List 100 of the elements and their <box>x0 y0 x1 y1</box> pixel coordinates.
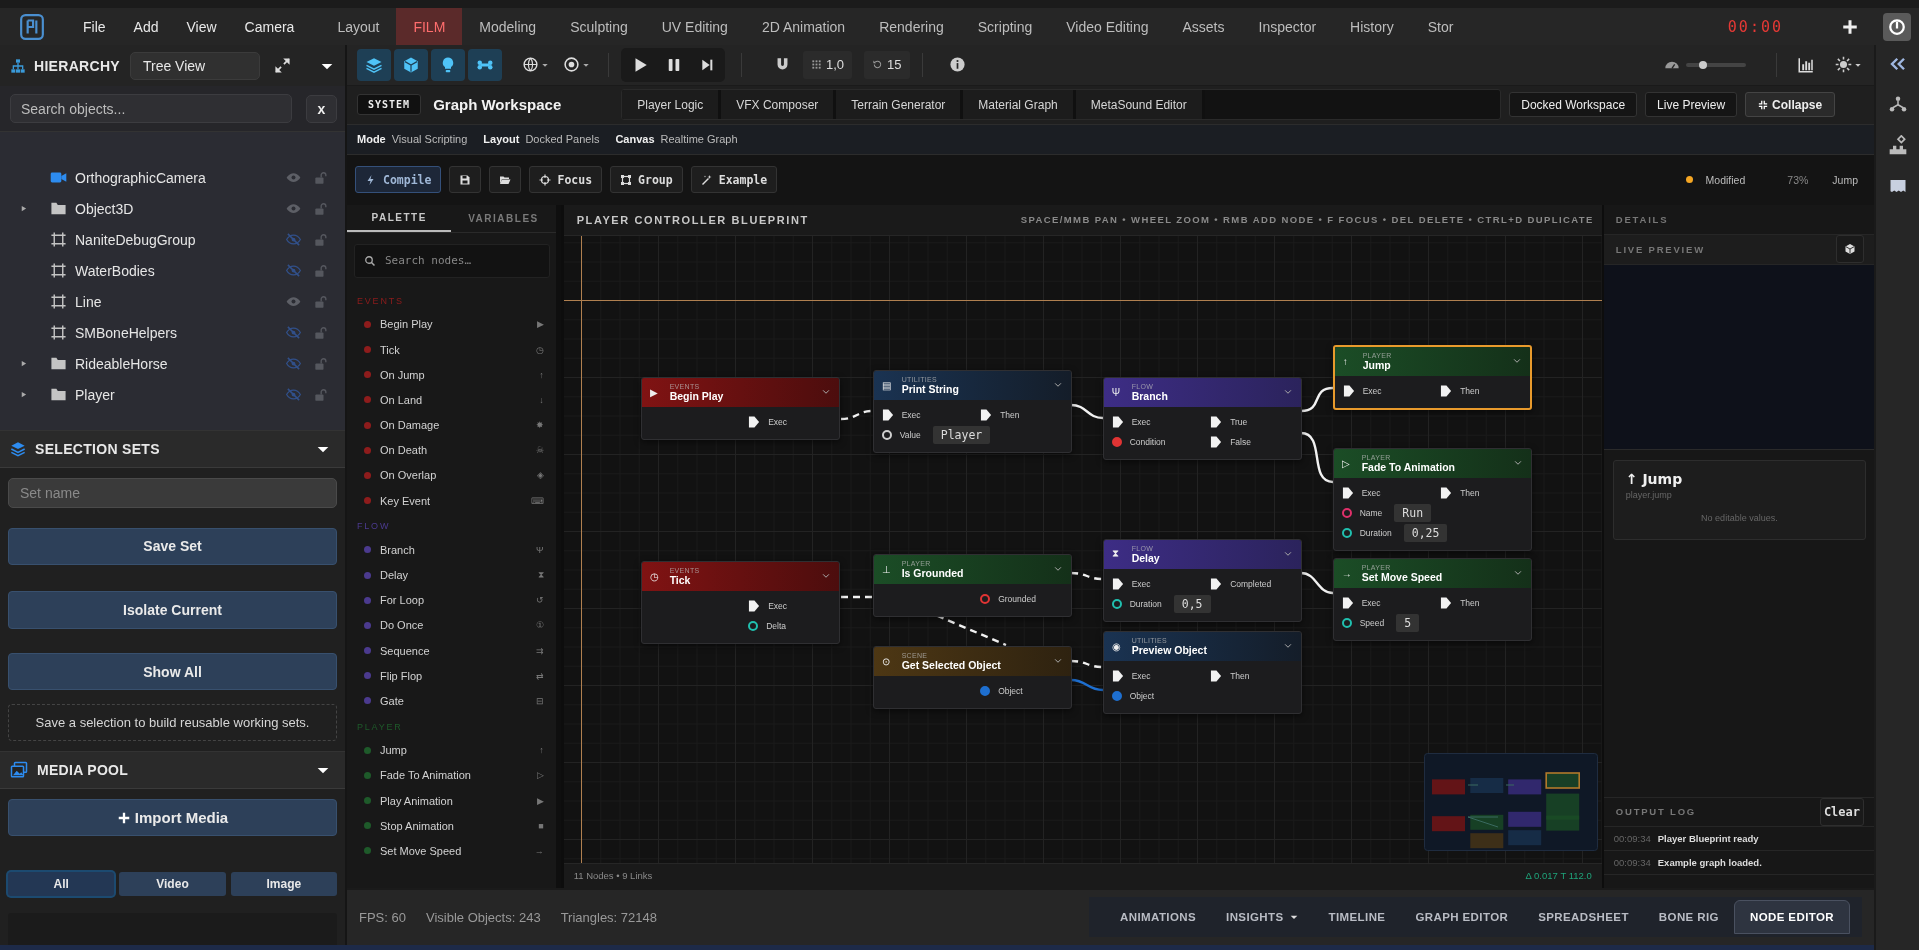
tree-item[interactable]: OrthographicCamera <box>75 169 286 186</box>
angle-field[interactable]: 15 <box>864 50 910 79</box>
layers-toggle[interactable] <box>357 48 391 81</box>
palette-item[interactable]: Begin Play ▶ <box>347 311 556 337</box>
palette-item[interactable]: Jump ↑ <box>347 737 556 763</box>
exec-pin-icon[interactable] <box>1440 595 1453 610</box>
exec-pin-icon[interactable] <box>1341 485 1354 500</box>
value-field[interactable]: Player <box>932 425 991 444</box>
palette-item[interactable]: Sequence ⇉ <box>347 638 556 664</box>
action-button[interactable]: Save Set <box>8 527 337 566</box>
bottom-tab[interactable]: NODE EDITOR <box>1733 900 1850 935</box>
bottom-tab[interactable]: GRAPH EDITOR <box>1400 902 1524 933</box>
exec-pin-icon[interactable] <box>1111 668 1124 683</box>
exec-pin-icon[interactable] <box>748 414 761 429</box>
palette-item[interactable]: On Jump ↑ <box>347 362 556 388</box>
group-button[interactable]: Group <box>610 166 683 194</box>
clear-button[interactable]: x <box>306 94 337 123</box>
level-icon[interactable] <box>1887 135 1908 155</box>
exec-pin-icon[interactable] <box>748 598 761 613</box>
filter-tab[interactable]: Image <box>230 872 337 896</box>
bulb-toggle[interactable] <box>431 48 465 81</box>
palette-item[interactable]: For Loop ↺ <box>347 587 556 613</box>
sun-icon[interactable] <box>1835 56 1852 74</box>
value-field[interactable]: 5 <box>1396 613 1420 632</box>
set-name-field[interactable]: Set name <box>8 478 337 508</box>
exec-pin-icon[interactable] <box>881 407 894 422</box>
palette-item[interactable]: On Overlap ◈ <box>347 462 556 489</box>
import-button[interactable]: Import Media <box>8 799 337 836</box>
map-icon[interactable] <box>1888 177 1907 195</box>
chart-icon[interactable] <box>1797 55 1815 74</box>
preview-button[interactable] <box>1836 235 1864 264</box>
example-button[interactable]: Example <box>690 166 778 194</box>
value-field[interactable]: Run <box>1394 503 1432 522</box>
value-field[interactable]: 0,25 <box>1403 523 1448 542</box>
exec-pin-icon[interactable] <box>980 407 993 422</box>
pin-icon[interactable] <box>1341 617 1352 628</box>
palette-item[interactable]: Play Animation ▶ <box>347 787 556 814</box>
slider[interactable] <box>1686 62 1746 67</box>
palette-item[interactable]: Tick ◷ <box>347 336 556 363</box>
focus-button[interactable]: Focus <box>529 166 603 194</box>
bottom-tab[interactable]: TIMELINE <box>1313 902 1401 933</box>
palette-item[interactable]: On Damage ✸ <box>347 412 556 438</box>
workspace-tab[interactable]: History <box>1333 8 1411 45</box>
workspace-tab[interactable]: Layout <box>320 8 397 45</box>
graph-tab[interactable]: MetaSound Editor <box>1075 90 1205 120</box>
panel-tab[interactable]: VARIABLES <box>451 204 556 232</box>
save-button[interactable] <box>449 166 482 194</box>
cube-toggle[interactable] <box>394 48 428 81</box>
action-button[interactable]: Isolate Current <box>8 591 337 629</box>
view-dropdown[interactable]: Tree View <box>129 51 260 80</box>
pin-icon[interactable] <box>1111 598 1122 609</box>
workspace-tab[interactable]: FILM <box>396 8 463 45</box>
globe-icon[interactable] <box>522 56 539 74</box>
palette-item[interactable]: Flip Flop ⇄ <box>347 663 556 689</box>
palette-item[interactable]: Delay ⧗ <box>347 562 556 588</box>
pin-icon[interactable] <box>748 620 759 631</box>
snap-field[interactable]: 1,0 <box>803 50 853 79</box>
bottom-tab[interactable]: SPREADSHEET <box>1523 902 1644 933</box>
exec-pin-icon[interactable] <box>1210 576 1223 591</box>
search-field[interactable]: Search nodes… <box>354 243 550 278</box>
tree-item[interactable]: Player <box>75 386 286 403</box>
bottom-tab[interactable]: BONE RIG <box>1643 902 1734 933</box>
bottom-tab[interactable]: INSIGHTS <box>1211 902 1314 933</box>
menu-item[interactable]: File <box>69 18 120 35</box>
bottom-tab[interactable]: ANIMATIONS <box>1105 902 1212 933</box>
workspace-tab[interactable]: Stor <box>1410 8 1471 45</box>
expander-icon[interactable] <box>20 391 27 398</box>
palette-item[interactable]: Do Once ① <box>347 612 556 638</box>
pin-icon[interactable] <box>1341 527 1352 538</box>
menu-item[interactable]: Camera <box>230 18 309 35</box>
palette-item[interactable]: Stop Animation ■ <box>347 813 556 839</box>
node-tree-icon[interactable] <box>1888 95 1907 113</box>
expand-icon[interactable] <box>274 57 291 74</box>
palette-item[interactable]: Set Move Speed → <box>347 838 556 864</box>
tree-item[interactable]: RideableHorse <box>75 355 286 372</box>
target-icon[interactable] <box>563 56 580 74</box>
workspace-tab[interactable]: UV Editing <box>644 8 745 45</box>
exec-pin-icon[interactable] <box>1341 595 1354 610</box>
collapse-button[interactable]: Collapse <box>1745 92 1836 118</box>
workspace-tab[interactable]: Sculpting <box>553 8 645 45</box>
exec-pin-icon[interactable] <box>1440 383 1453 398</box>
search-field[interactable]: Search objects... <box>10 94 292 123</box>
workspace-tab[interactable]: Scripting <box>960 8 1050 45</box>
exec-pin-icon[interactable] <box>1210 414 1223 429</box>
menu-item[interactable]: Add <box>119 18 173 35</box>
tree-item[interactable]: Line <box>75 293 286 310</box>
add-icon[interactable] <box>1841 17 1859 36</box>
workspace-tab[interactable]: Rendering <box>862 8 961 45</box>
compile-button[interactable]: Compile <box>355 166 442 194</box>
workspace-tab[interactable]: Inspector <box>1241 8 1334 45</box>
bone-toggle[interactable] <box>468 48 502 81</box>
tree-item[interactable]: NaniteDebugGroup <box>75 231 286 248</box>
header-button[interactable]: Live Preview <box>1645 92 1738 118</box>
info-icon[interactable] <box>948 56 966 74</box>
filter-tab[interactable]: All <box>8 872 115 896</box>
header-button[interactable]: Docked Workspace <box>1509 92 1638 118</box>
palette-item[interactable]: Key Event ⌨ <box>347 488 556 514</box>
logo-icon[interactable] <box>19 13 45 40</box>
exec-pin-icon[interactable] <box>1210 668 1223 683</box>
palette-item[interactable]: On Death ☠ <box>347 437 556 463</box>
